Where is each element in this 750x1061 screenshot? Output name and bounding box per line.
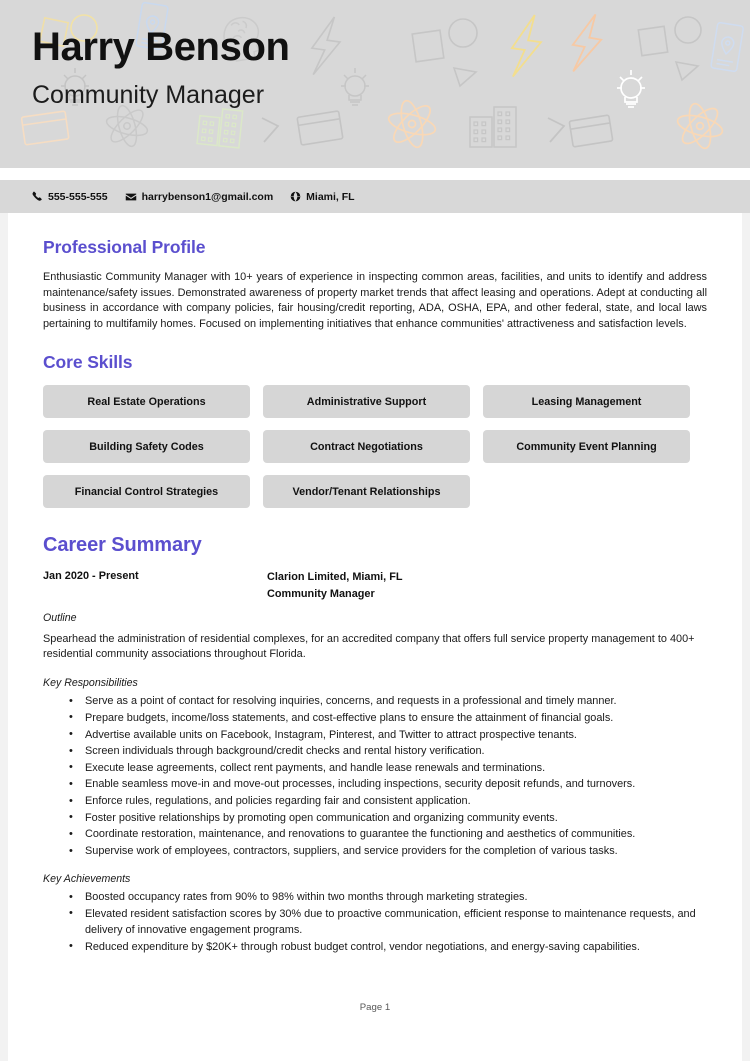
header-banner: Harry Benson Community Manager	[0, 0, 750, 168]
chevron-icon	[547, 117, 566, 143]
list-item: Elevated resident satisfaction scores by…	[43, 905, 707, 938]
building-icon	[469, 106, 517, 148]
skill-pill[interactable]: Building Safety Codes	[43, 430, 250, 464]
achievements-label: Key Achievements	[43, 873, 131, 886]
square-icon	[637, 25, 669, 57]
skill-pill[interactable]: Financial Control Strategies	[43, 475, 250, 509]
list-item: Enable seamless move-in and move-out pro…	[43, 776, 707, 792]
skill-pill-placeholder	[483, 475, 690, 508]
list-item: Foster positive relationships by promoti…	[43, 809, 707, 826]
list-item: Supervise work of employees, contractors…	[43, 843, 707, 859]
career-org: Clarion Limited, Miami, FL Community Man…	[267, 569, 403, 601]
career-entry: Jan 2020 - Present Clarion Limited, Miam…	[43, 569, 707, 954]
contact-phone-text: 555-555-555	[48, 190, 108, 203]
list-item: Screen individuals through background/cr…	[43, 743, 707, 759]
atom-icon	[676, 102, 724, 150]
header-identity: Harry Benson Community Manager	[32, 26, 290, 110]
contact-location[interactable]: Miami, FL	[290, 190, 355, 203]
lightbulb-icon	[617, 70, 645, 108]
header-divider-gap	[0, 168, 750, 180]
career-dates: Jan 2020 - Present	[43, 570, 139, 583]
responsibilities-label: Key Responsibilities	[43, 677, 138, 690]
phone-icon	[32, 191, 43, 202]
contact-email-text: harrybenson1@gmail.com	[141, 190, 274, 203]
circle-icon	[448, 18, 478, 48]
skill-pill[interactable]: Community Event Planning	[483, 430, 690, 464]
triangle-icon	[452, 66, 478, 88]
window-icon	[20, 110, 70, 146]
section-core-skills: Core Skills Real Estate Operations Admin…	[43, 352, 707, 509]
lightning-bolt-icon	[310, 16, 342, 76]
career-role: Community Manager	[267, 587, 375, 600]
lightning-bolt-icon	[571, 13, 603, 72]
content-wrapper: Professional Profile Enthusiastic Commun…	[0, 213, 750, 1061]
list-item: Prepare budgets, income/loss statements,…	[43, 709, 707, 726]
resume-card: Professional Profile Enthusiastic Commun…	[8, 213, 742, 1061]
skill-pill[interactable]: Administrative Support	[263, 385, 470, 419]
outline-label: Outline	[43, 611, 77, 624]
atom-icon	[387, 99, 437, 149]
contact-bar: 555-555-555 harrybenson1@gmail.com Miami…	[0, 180, 750, 213]
contact-location-text: Miami, FL	[306, 190, 355, 203]
list-item: Boosted occupancy rates from 90% to 98% …	[43, 889, 707, 905]
list-item: Reduced expenditure by $20K+ through rob…	[43, 938, 707, 955]
globe-icon	[290, 191, 301, 202]
page-footer: Page 1	[359, 1002, 391, 1013]
chevron-icon	[261, 117, 280, 143]
skill-pill[interactable]: Vendor/Tenant Relationships	[263, 475, 470, 509]
skill-pill[interactable]: Real Estate Operations	[43, 385, 250, 419]
list-item: Enforce rules, regulations, and policies…	[43, 793, 707, 809]
skills-heading: Core Skills	[43, 352, 133, 373]
window-icon	[568, 114, 614, 148]
candidate-name: Harry Benson	[32, 25, 290, 69]
career-company: Clarion Limited, Miami, FL	[267, 571, 403, 584]
section-career-summary: Career Summary Jan 2020 - Present Clario…	[43, 534, 707, 954]
list-item: Advertise available units on Facebook, I…	[43, 726, 707, 743]
resume-page: Harry Benson Community Manager 555-555-5…	[0, 0, 750, 1061]
lightning-bolt-icon	[510, 14, 543, 78]
section-professional-profile: Professional Profile Enthusiastic Commun…	[43, 237, 707, 332]
circle-icon	[674, 16, 702, 44]
candidate-title: Community Manager	[32, 81, 265, 109]
building-icon	[196, 108, 244, 149]
profile-text: Enthusiastic Community Manager with 10+ …	[43, 271, 707, 330]
lightbulb-icon	[341, 68, 369, 106]
skills-grid: Real Estate Operations Administrative Su…	[43, 385, 707, 509]
achievements-list: Boosted occupancy rates from 90% to 98% …	[43, 889, 707, 955]
skill-pill[interactable]: Leasing Management	[483, 385, 690, 419]
career-entry-header: Jan 2020 - Present Clarion Limited, Miam…	[43, 569, 707, 601]
outline-text: Spearhead the administration of resident…	[43, 632, 695, 661]
phone-pin-icon	[710, 21, 744, 73]
list-item: Execute lease agreements, collect rent p…	[43, 759, 707, 776]
list-item: Coordinate restoration, maintenance, and…	[43, 826, 707, 842]
contact-email[interactable]: harrybenson1@gmail.com	[125, 190, 274, 203]
triangle-icon	[674, 60, 700, 82]
square-icon	[411, 29, 445, 63]
skill-pill[interactable]: Contract Negotiations	[263, 430, 470, 464]
responsibilities-list: Serve as a point of contact for resolvin…	[43, 693, 707, 859]
list-item: Serve as a point of contact for resolvin…	[43, 693, 707, 709]
profile-heading: Professional Profile	[43, 237, 206, 257]
envelope-icon	[125, 191, 137, 203]
career-heading: Career Summary	[43, 534, 202, 557]
contact-phone[interactable]: 555-555-555	[32, 191, 108, 203]
window-icon	[296, 110, 344, 146]
